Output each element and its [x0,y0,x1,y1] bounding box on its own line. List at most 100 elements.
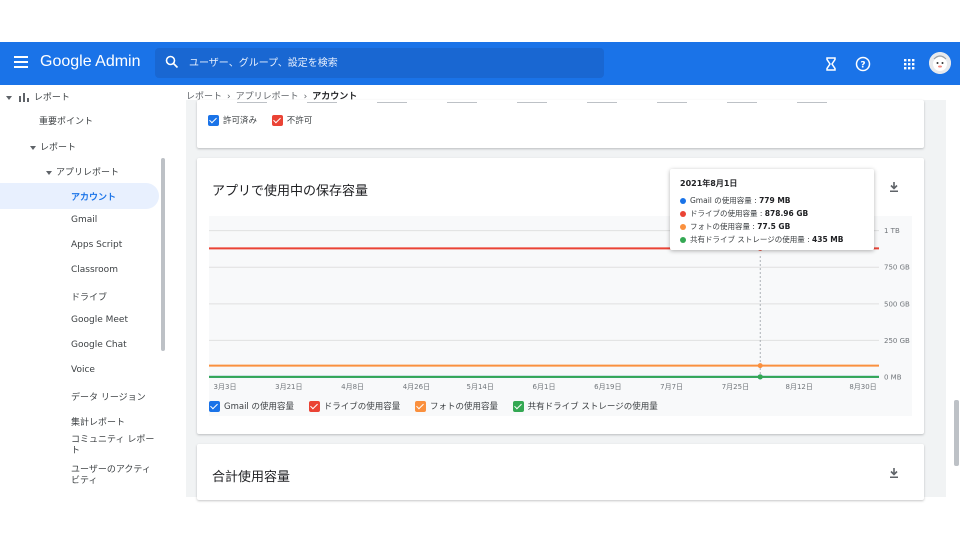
checkbox-allowed[interactable] [208,115,219,126]
legend-item-allowed[interactable]: 許可済み [208,115,258,126]
apps-grid-icon[interactable] [900,55,918,73]
avatar[interactable] [929,52,951,74]
series-point-2 [757,363,763,369]
legend-label: 許可済み [223,116,258,126]
sidebar-item-accounts[interactable]: アカウント [0,183,159,209]
sidebar-item-user-activity[interactable]: ユーザーのアクティビティ [71,465,159,487]
legend-label: 不許可 [286,116,313,126]
sidebar-scrollbar[interactable] [161,158,165,351]
total-usage-card: 合計使用容量 [197,444,924,500]
tooltip-label: フォトの使用容量 : [690,222,758,231]
tooltip-row-drive: ドライブの使用容量 : 878.96 GB [680,208,808,219]
top-app-bar: Google Admin ? [0,42,960,85]
legend-label: フォトの使用容量 [429,402,498,412]
sidebar-item-aggregate-reports[interactable]: 集計レポート [71,415,125,428]
download-icon[interactable] [888,467,900,479]
tooltip-date: 2021年8月1日 [680,179,738,188]
search-box[interactable] [155,48,604,78]
sidebar-item-label: アプリレポート [56,168,120,178]
sidebar-item-drive[interactable]: ドライブ [71,290,107,303]
authorization-legend: 許可済み 不許可 [208,114,324,126]
sidebar-item-chat[interactable]: Google Chat [71,340,127,350]
legend-label: Gmail の使用容量 [224,402,295,412]
checkbox-shared-drive[interactable] [512,401,524,412]
y-tick-label: 500 GB [884,300,910,308]
dot-icon [680,198,686,204]
x-tick-label: 6月19日 [594,383,621,391]
tooltip-row-photos: フォトの使用容量 : 77.5 GB [680,221,790,232]
x-tick-label: 7月7日 [660,383,683,391]
tooltip-label: Gmail の使用容量 : [690,196,760,205]
legend-label: ドライブの使用容量 [323,402,401,412]
sidebar-item-app-reports[interactable]: アプリレポート [46,165,119,178]
authorization-card: 許可済み 不許可 [197,100,924,148]
tooltip-row-gmail: Gmail の使用容量 : 779 MB [680,195,791,206]
tooltip-value: 878.96 GB [764,209,809,218]
page-scrollbar[interactable] [954,400,959,466]
series-point-3 [757,374,763,380]
sidebar-item-apps-script[interactable]: Apps Script [71,240,122,250]
x-tick-label: 4月8日 [341,383,364,391]
sidebar-item-meet[interactable]: Google Meet [71,315,128,325]
tooltip-row-shared-drive: 共有ドライブ ストレージの使用量 : 435 MB [680,234,843,245]
tooltip-label: ドライブの使用容量 : [690,209,765,218]
tooltip-value: 435 MB [812,235,844,244]
caret-down-icon [46,170,52,175]
hourglass-icon[interactable] [822,55,840,73]
checkbox-drive[interactable] [308,401,320,412]
download-icon[interactable] [888,181,900,193]
menu-icon[interactable] [14,56,28,70]
help-icon[interactable]: ? [854,55,872,73]
search-input[interactable] [189,55,589,71]
legend-item-shared-drive[interactable]: 共有ドライブ ストレージの使用量 [512,401,658,412]
checkbox-photos[interactable] [414,401,426,412]
sidebar-item-voice[interactable]: Voice [71,365,95,375]
legend-item-gmail[interactable]: Gmail の使用容量 [209,401,295,412]
sidebar-item-community-reports[interactable]: コミュニティ レポート [71,435,159,457]
y-tick-label: 0 MB [884,374,902,382]
tooltip-value: 77.5 GB [757,222,791,231]
tooltip-label: 共有ドライブ ストレージの使用量 : [690,235,813,244]
tooltip-value: 779 MB [759,196,791,205]
bar-chart-icon [18,93,29,102]
x-tick-label: 5月14日 [467,383,494,391]
x-tick-label: 8月12日 [786,383,813,391]
y-tick-label: 750 GB [884,264,910,272]
storage-legend: Gmail の使用容量 ドライブの使用容量 フォトの使用容量 共有ドライブ スト… [209,400,670,412]
x-tick-label: 8月30日 [849,383,876,391]
x-tick-label: 3月21日 [275,383,302,391]
sidebar-item-reports-root[interactable]: レポート [6,90,70,103]
x-tick-label: 3月3日 [214,383,237,391]
sidebar-item-label: アカウント [71,193,117,203]
dot-icon [680,237,686,243]
dot-icon [680,211,686,217]
svg-text:?: ? [860,60,865,70]
y-tick-label: 1 TB [884,227,900,235]
x-tick-label: 4月26日 [403,383,430,391]
dot-icon [680,224,686,230]
sidebar-item-label: レポート [40,143,77,153]
search-icon[interactable] [165,55,179,69]
legend-item-denied[interactable]: 不許可 [271,115,313,126]
chart-tooltip: 2021年8月1日 Gmail の使用容量 : 779 MB ドライブの使用容量… [670,169,874,250]
sidebar: レポート 重要ポイント レポート アプリレポート アカウント Gmail App… [0,85,170,497]
brand-logo[interactable]: Google Admin [40,53,141,71]
x-tick-label: 6月1日 [533,383,556,391]
storage-card-title: アプリで使用中の保存容量 [212,184,369,199]
sidebar-item-highlights[interactable]: 重要ポイント [39,114,93,127]
total-usage-title: 合計使用容量 [212,470,291,485]
legend-item-photos[interactable]: フォトの使用容量 [414,401,498,412]
x-tick-label: 7月25日 [722,383,749,391]
legend-item-drive[interactable]: ドライブの使用容量 [308,401,401,412]
sidebar-item-label: レポート [33,93,70,103]
sidebar-item-classroom[interactable]: Classroom [71,265,118,275]
caret-down-icon [30,145,36,150]
sidebar-item-data-region[interactable]: データ リージョン [71,390,146,403]
legend-label: 共有ドライブ ストレージの使用量 [527,402,658,412]
checkbox-gmail[interactable] [209,401,220,412]
y-tick-label: 250 GB [884,337,910,345]
checkbox-denied[interactable] [271,115,283,126]
sidebar-item-gmail[interactable]: Gmail [71,215,97,225]
sidebar-item-reports[interactable]: レポート [30,140,76,153]
axis-ticks-partial [237,102,827,103]
